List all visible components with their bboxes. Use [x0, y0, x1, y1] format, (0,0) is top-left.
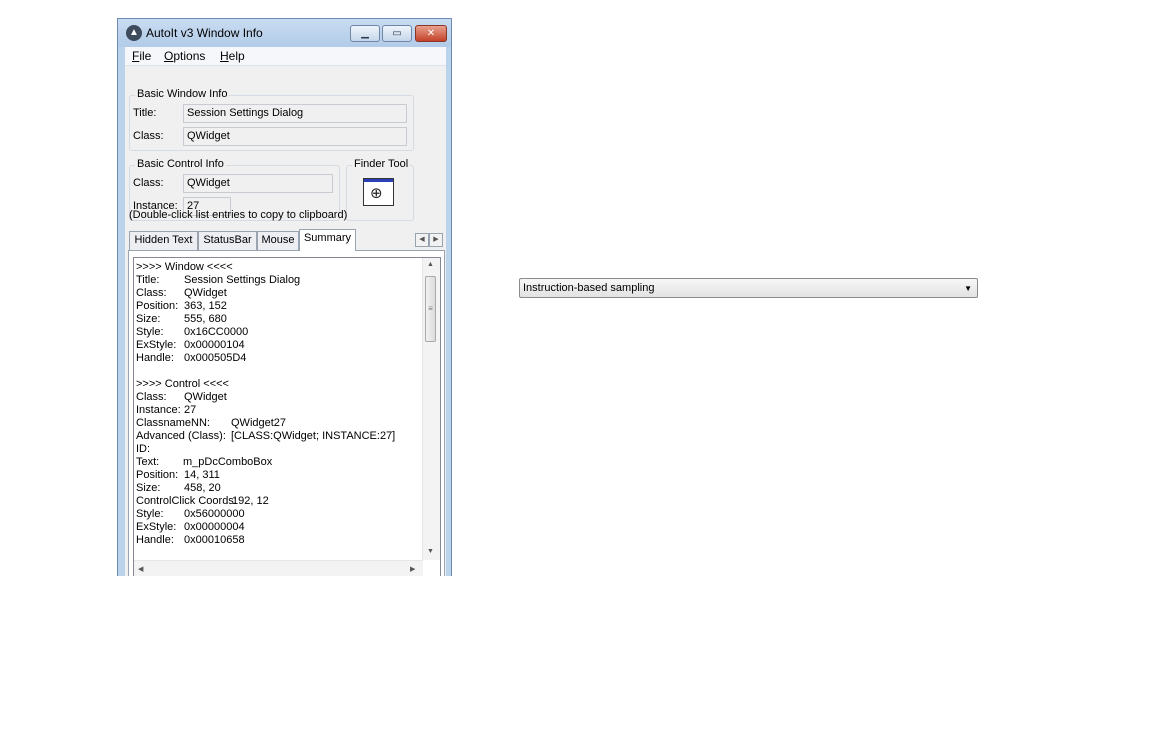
sampling-mode-combobox[interactable]: Instruction-based sampling ▼ [519, 278, 978, 298]
window-title: AutoIt v3 Window Info [146, 26, 263, 40]
control-class-field[interactable]: QWidget [183, 174, 333, 193]
window-info-row-value: 0x00000104 [184, 339, 245, 351]
window-info-row-key: Handle: [136, 352, 174, 364]
window-title-field[interactable]: Session Settings Dialog [183, 104, 407, 123]
control-info-row-value: [CLASS:QWidget; INSTANCE:27] [231, 430, 396, 442]
window-info-row-key: Class: [136, 287, 167, 299]
control-info-row-value: 0x00010658 [184, 534, 245, 546]
window-info-row-key: Size: [136, 313, 161, 325]
control-info-row-value: 0x56000000 [184, 508, 245, 520]
control-info-row-key: ID: [136, 443, 151, 455]
tab-hidden-text[interactable]: Hidden Text [129, 231, 198, 250]
control-class-label: Class: [133, 177, 164, 189]
control-info-row-key: ControlClick Coords: [136, 495, 237, 507]
window-info-row-value: 555, 680 [184, 313, 227, 325]
window-info-row-value: 0x000505D4 [184, 352, 247, 364]
window-info-row-key: Position: [136, 300, 179, 312]
scroll-down-icon[interactable]: ▼ [427, 548, 434, 555]
control-info-row-value: 458, 20 [184, 482, 221, 494]
minimize-button[interactable]: ▁ [350, 25, 380, 42]
control-info-row-key: Size: [136, 482, 161, 494]
scroll-left-icon[interactable]: ◀ [138, 565, 143, 573]
control-info-row-value: 27 [184, 404, 197, 416]
finder-tool-button[interactable]: ⊕ [363, 178, 394, 206]
crosshair-target-icon: ⊕ [370, 185, 383, 202]
tab-scroll-right-icon[interactable]: ▶ [429, 233, 443, 247]
menu-file[interactable]: File [132, 49, 151, 63]
window-info-row-value: 0x16CC0000 [184, 326, 249, 338]
control-info-row-key: Advanced (Class): [136, 430, 226, 442]
summary-panel: >>>> Window <<<< Title: Session Settings … [128, 250, 445, 576]
close-icon: ✕ [426, 28, 436, 39]
menu-options[interactable]: Options [164, 49, 205, 63]
window-info-row-key: Title: [136, 274, 160, 286]
control-info-row-key: ClassnameNN: [136, 417, 210, 429]
window-class-field[interactable]: QWidget [183, 127, 407, 146]
window-info-row-key: Style: [136, 326, 164, 338]
basic-control-info-title: Basic Control Info [135, 158, 226, 170]
title-label: Title: [133, 107, 157, 119]
window-info-row-value: QWidget [184, 287, 227, 299]
control-info-row-key: Style: [136, 508, 164, 520]
control-info-row-key: Text: [136, 456, 160, 468]
tab-scroll-left-icon[interactable]: ◀ [415, 233, 429, 247]
control-info-row-value: QWidget [184, 391, 227, 403]
autoit-window-info: ▲ AutoIt v3 Window Info ▁ ▭ ✕ File Optio… [117, 18, 452, 576]
tab-statusbar[interactable]: StatusBar [198, 231, 257, 250]
maximize-button[interactable]: ▭ [382, 25, 412, 42]
title-bar[interactable]: ▲ AutoIt v3 Window Info ▁ ▭ ✕ [118, 19, 451, 47]
window-info-row-value: Session Settings Dialog [184, 274, 301, 286]
copy-hint: (Double-click list entries to copy to cl… [129, 209, 348, 221]
control-info-row-key: Position: [136, 469, 179, 481]
finder-titlebar-strip [364, 179, 393, 182]
close-button[interactable]: ✕ [415, 25, 447, 42]
menu-help[interactable]: Help [220, 49, 245, 63]
control-info-row-value: QWidget27 [231, 417, 287, 429]
menu-bar: File Options Help [125, 47, 446, 66]
window-info-row-key: ExStyle: [136, 339, 177, 351]
tab-summary[interactable]: Summary [299, 229, 356, 251]
chevron-down-icon[interactable]: ▼ [964, 284, 972, 293]
control-info-row-key: Handle: [136, 534, 174, 546]
vertical-scrollbar[interactable]: ▲ ≡ ▼ [422, 258, 440, 560]
control-info-row-value: 14, 311 [184, 469, 220, 481]
control-info-row-value: 0x00000004 [184, 521, 245, 533]
tab-mouse[interactable]: Mouse [257, 231, 299, 250]
scroll-up-icon[interactable]: ▲ [427, 261, 434, 268]
control-info-row-value: 192, 12 [232, 495, 269, 507]
control-info-row-key: Instance: [136, 404, 181, 416]
minimize-icon: ▁ [361, 28, 369, 39]
control-info-row-value: m_pDcComboBox [183, 456, 273, 468]
scroll-right-icon[interactable]: ▶ [410, 565, 415, 573]
control-info-row-key: Class: [136, 391, 167, 403]
maximize-icon: ▭ [392, 28, 402, 39]
class-label: Class: [133, 130, 164, 142]
finder-tool-title: Finder Tool [352, 158, 411, 170]
summary-text-area[interactable]: >>>> Window <<<< Title: Session Settings … [133, 257, 441, 576]
window-info-row-value: 363, 152 [184, 300, 227, 312]
scroll-thumb[interactable]: ≡ [425, 276, 436, 342]
autoit-icon: ▲ [126, 25, 142, 41]
horizontal-scrollbar[interactable]: ◀ ▶ [134, 560, 423, 576]
combobox-selected-value: Instruction-based sampling [523, 282, 655, 294]
client-area: File Options Help Basic Window Info Titl… [125, 47, 446, 576]
basic-window-info-title: Basic Window Info [135, 88, 230, 100]
control-info-row-key: ExStyle: [136, 521, 177, 533]
